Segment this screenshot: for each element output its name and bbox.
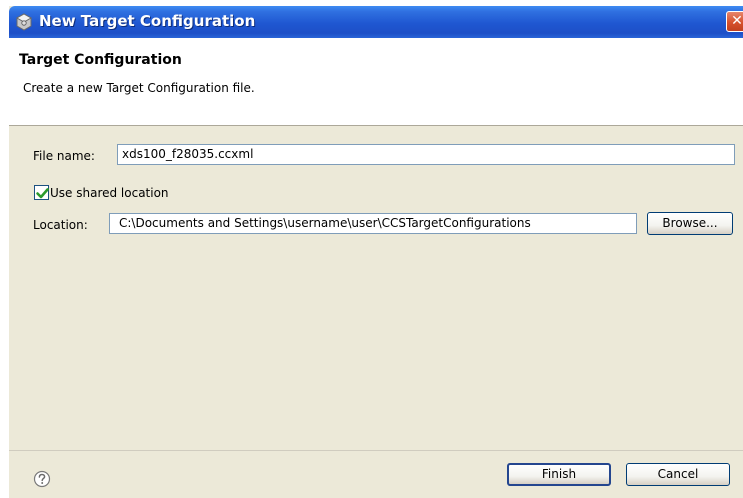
cancel-button[interactable]: Cancel — [626, 463, 730, 486]
finish-button[interactable]: Finish — [507, 463, 611, 486]
close-icon: ✕ — [731, 13, 743, 29]
title-bar[interactable]: New Target Configuration ✕ — [9, 6, 743, 38]
location-label: Location: — [33, 218, 88, 232]
page-description: Create a new Target Configuration file. — [23, 81, 255, 95]
target-config-icon — [15, 13, 33, 31]
help-icon[interactable] — [33, 470, 51, 488]
window-title: New Target Configuration — [39, 12, 256, 30]
file-name-label: File name: — [33, 149, 95, 163]
wizard-header: Target Configuration Create a new Target… — [9, 38, 743, 126]
file-name-input[interactable]: xds100_f28035.ccxml — [117, 144, 735, 165]
footer-divider — [9, 450, 743, 451]
use-shared-location-checkbox[interactable] — [34, 185, 49, 200]
close-button[interactable]: ✕ — [726, 11, 743, 32]
location-input[interactable]: C:\Documents and Settings\username\user\… — [109, 213, 637, 234]
use-shared-location-label[interactable]: Use shared location — [50, 186, 169, 200]
page-title: Target Configuration — [19, 52, 182, 68]
dialog-window: New Target Configuration ✕ Target Config… — [9, 6, 743, 498]
browse-button[interactable]: Browse... — [647, 212, 733, 235]
